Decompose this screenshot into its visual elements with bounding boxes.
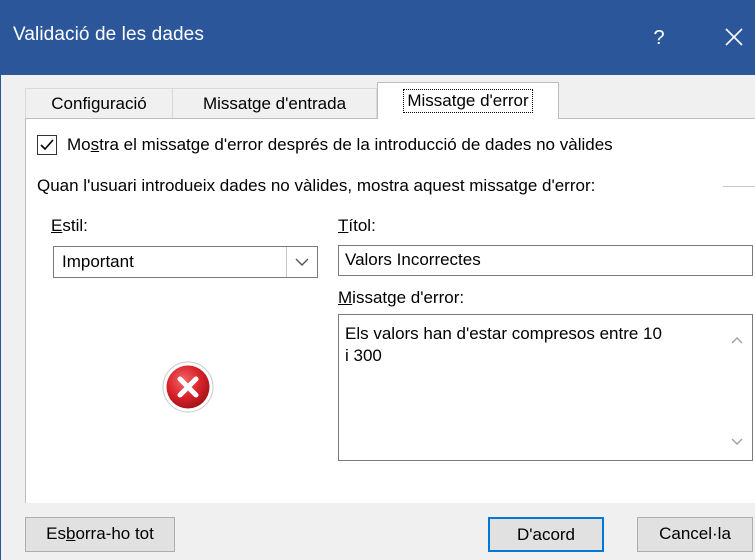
help-button[interactable]: ? (641, 20, 677, 56)
cancel-button[interactable]: Cancel·la (637, 517, 753, 552)
chevron-down-icon (295, 258, 309, 266)
error-message-label: Missatge d'error: (338, 288, 465, 307)
close-icon (725, 28, 743, 46)
error-message-scrollbar[interactable] (722, 315, 752, 460)
title-input[interactable]: Valors Incorrectes (338, 245, 753, 276)
scroll-down-icon[interactable] (722, 427, 752, 457)
error-message-textarea[interactable]: Els valors han d'estar compresos entre 1… (338, 314, 753, 461)
close-button[interactable] (715, 18, 753, 56)
scroll-up-icon[interactable] (722, 325, 752, 355)
group-caption: Quan l'usuari introdueix dades no vàlide… (37, 176, 596, 195)
style-dropdown[interactable]: Important (53, 246, 318, 278)
tab-input-message[interactable]: Missatge d'entrada (173, 88, 377, 118)
show-error-checkbox-label[interactable]: Mostra el missatge d'error després de la… (67, 135, 613, 155)
title-label: Títol: (338, 216, 376, 235)
error-stop-icon (161, 360, 215, 414)
title-input-value: Valors Incorrectes (345, 250, 481, 269)
ok-button[interactable]: D'acord (488, 517, 604, 552)
clear-all-button[interactable]: Esborra-ho tot (25, 517, 175, 552)
data-validation-dialog: Validació de les dades ? Configuració Mi… (0, 0, 755, 560)
style-dropdown-arrow[interactable] (286, 247, 317, 277)
tab-error-message[interactable]: Missatge d'error (377, 82, 559, 119)
checkmark-icon (40, 139, 54, 151)
group-divider (723, 186, 755, 187)
tab-settings[interactable]: Configuració (25, 88, 173, 118)
tab-settings-label: Configuració (51, 94, 147, 113)
error-message-value: Els valors han d'estar compresos entre 1… (345, 324, 662, 365)
style-dropdown-value: Important (62, 252, 134, 271)
style-label: Estil: (51, 216, 88, 235)
dialog-title: Validació de les dades (13, 24, 204, 45)
tab-input-message-label: Missatge d'entrada (202, 94, 347, 113)
tab-error-message-label: Missatge d'error (403, 89, 533, 113)
title-bar: Validació de les dades ? (1, 0, 755, 75)
show-error-checkbox[interactable] (37, 135, 57, 155)
